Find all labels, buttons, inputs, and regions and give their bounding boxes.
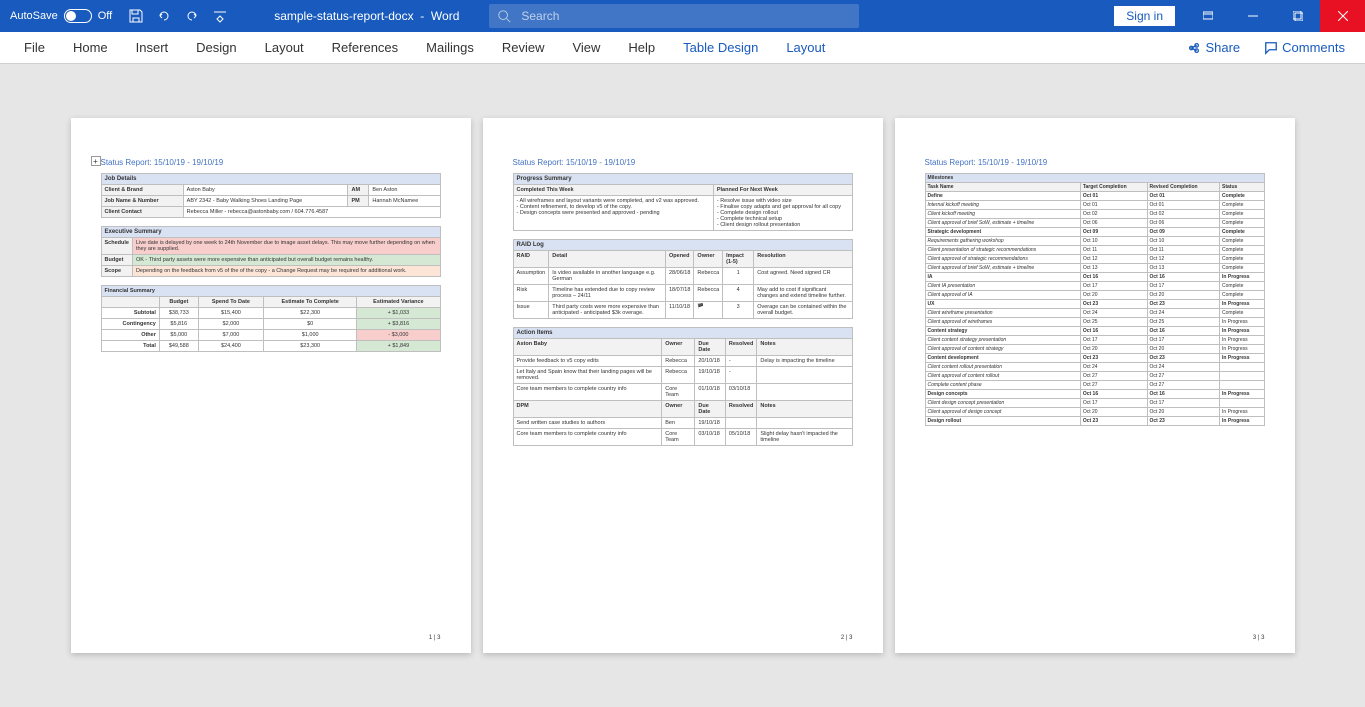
comments-button[interactable]: Comments xyxy=(1254,40,1355,55)
autosave-label: AutoSave xyxy=(10,10,58,22)
sign-in-button[interactable]: Sign in xyxy=(1114,6,1175,26)
maximize-button[interactable] xyxy=(1275,0,1320,32)
document-title: sample-status-report-docx - Word xyxy=(274,9,459,23)
tab-review[interactable]: Review xyxy=(488,32,559,63)
tab-layout[interactable]: Layout xyxy=(772,32,839,63)
page-title: Status Report: 15/10/19 - 19/10/19 xyxy=(513,158,853,167)
search-placeholder: Search xyxy=(521,9,559,23)
ribbon-display-button[interactable] xyxy=(1185,0,1230,32)
raid-log-table[interactable]: RAID Log RAIDDetailOpenedOwnerImpact (1-… xyxy=(513,239,853,319)
toggle-icon xyxy=(64,9,92,23)
undo-icon[interactable] xyxy=(156,8,172,24)
redo-icon[interactable] xyxy=(184,8,200,24)
tab-help[interactable]: Help xyxy=(614,32,669,63)
tab-home[interactable]: Home xyxy=(59,32,122,63)
tab-design[interactable]: Design xyxy=(182,32,250,63)
exec-summary-table[interactable]: Executive Summary ScheduleLive date is d… xyxy=(101,226,441,277)
page-3: Status Report: 15/10/19 - 19/10/19 Miles… xyxy=(895,118,1295,653)
autosave-state: Off xyxy=(98,10,112,22)
tab-view[interactable]: View xyxy=(558,32,614,63)
ribbon-tabs: FileHomeInsertDesignLayoutReferencesMail… xyxy=(0,32,1365,64)
page-title: Status Report: 15/10/19 - 19/10/19 xyxy=(925,158,1265,167)
action-items-table[interactable]: Action Items Aston BabyOwnerDue DateReso… xyxy=(513,327,853,446)
milestones-table[interactable]: Milestones Task NameTarget CompletionRev… xyxy=(925,173,1265,426)
page-number: 3 | 3 xyxy=(1253,635,1265,641)
qat-customize-icon[interactable] xyxy=(212,8,228,24)
tab-references[interactable]: References xyxy=(318,32,412,63)
minimize-button[interactable] xyxy=(1230,0,1275,32)
search-icon xyxy=(497,9,511,23)
share-button[interactable]: Share xyxy=(1177,40,1250,55)
page-number: 1 | 3 xyxy=(429,635,441,641)
tab-file[interactable]: File xyxy=(10,32,59,63)
search-box[interactable]: Search xyxy=(489,4,859,28)
close-button[interactable] xyxy=(1320,0,1365,32)
autosave-toggle[interactable]: AutoSave Off xyxy=(0,9,122,23)
tab-insert[interactable]: Insert xyxy=(122,32,183,63)
financial-summary-table[interactable]: Financial Summary BudgetSpend To DateEst… xyxy=(101,285,441,352)
title-bar: AutoSave Off sample-status-report-docx -… xyxy=(0,0,1365,32)
page-number: 2 | 3 xyxy=(841,635,853,641)
tab-layout[interactable]: Layout xyxy=(251,32,318,63)
tab-table-design[interactable]: Table Design xyxy=(669,32,772,63)
page-2: Status Report: 15/10/19 - 19/10/19 Progr… xyxy=(483,118,883,653)
tab-mailings[interactable]: Mailings xyxy=(412,32,488,63)
table-move-handle-icon[interactable]: + xyxy=(91,156,101,166)
progress-summary-table[interactable]: Progress Summary Completed This WeekPlan… xyxy=(513,173,853,231)
save-icon[interactable] xyxy=(128,8,144,24)
job-details-table[interactable]: Job Details Client & BrandAston BabyAMBe… xyxy=(101,173,441,218)
document-area[interactable]: + Status Report: 15/10/19 - 19/10/19 Job… xyxy=(0,64,1365,707)
page-1: + Status Report: 15/10/19 - 19/10/19 Job… xyxy=(71,118,471,653)
page-title: Status Report: 15/10/19 - 19/10/19 xyxy=(101,158,441,167)
